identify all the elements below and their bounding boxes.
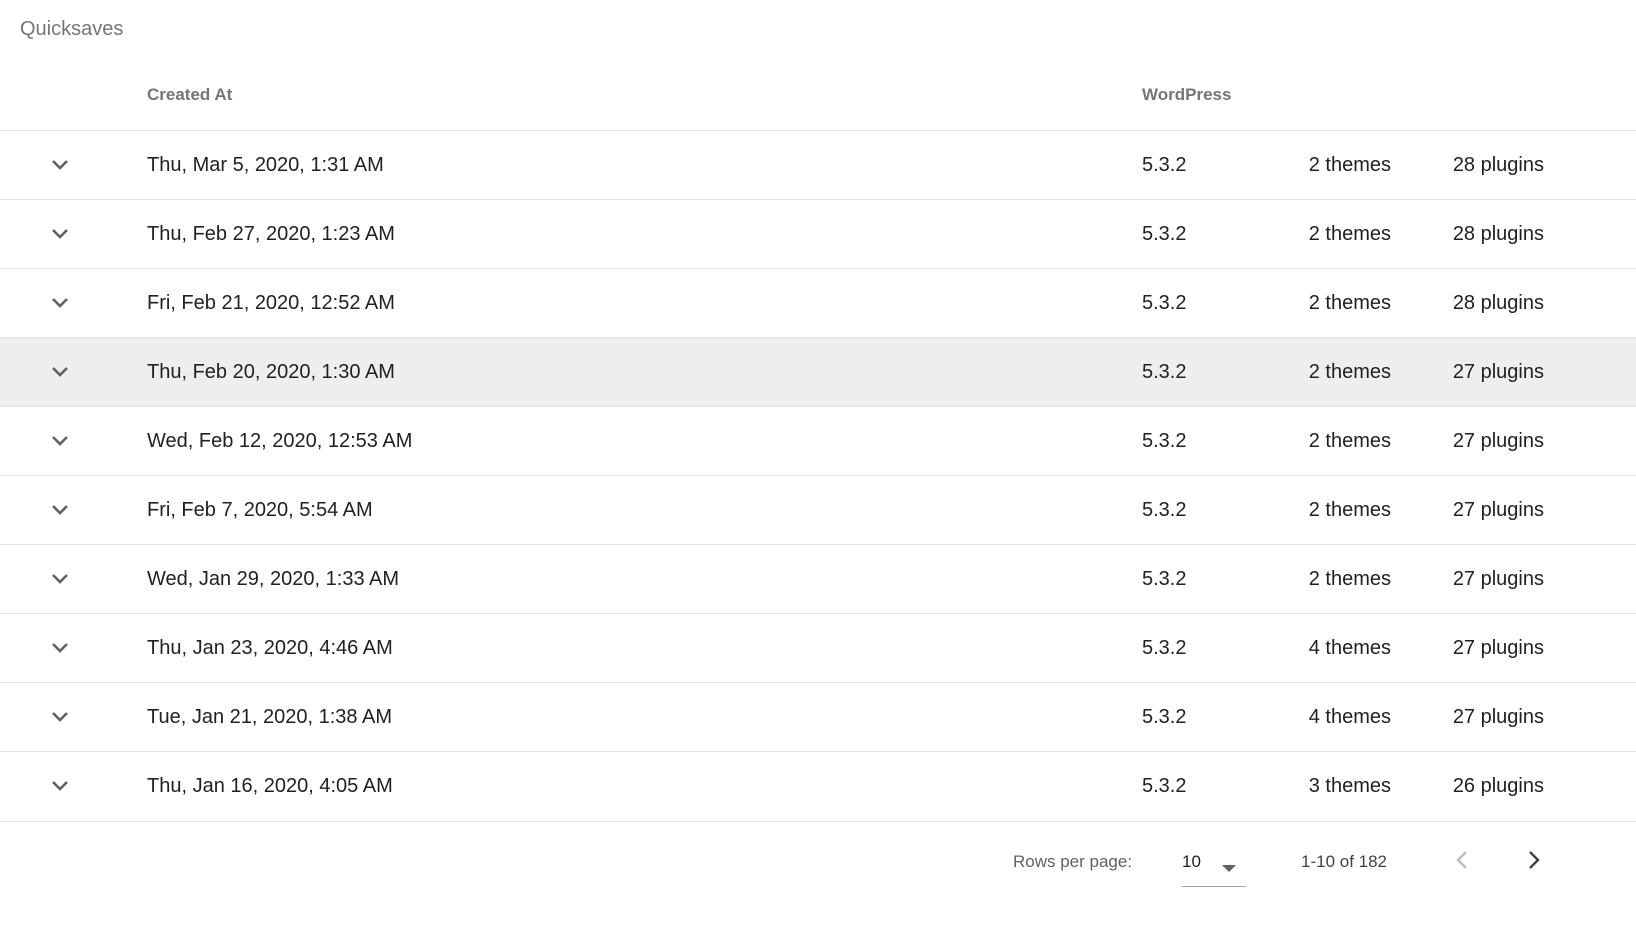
expand-row-button[interactable]: [40, 131, 80, 199]
plugins-count-cell: 27 plugins: [1452, 637, 1544, 659]
themes-count-cell: 2 themes: [1308, 154, 1391, 176]
chevron-down-icon: [51, 269, 69, 337]
created-at-cell: Fri, Feb 7, 2020, 5:54 AM: [147, 499, 373, 521]
expand-row-button[interactable]: [40, 269, 80, 337]
chevron-down-icon: [51, 752, 69, 820]
chevron-down-icon: [51, 476, 69, 544]
plugins-count-cell: 28 plugins: [1452, 292, 1544, 314]
themes-count-cell: 2 themes: [1308, 292, 1391, 314]
themes-count-cell: 2 themes: [1308, 568, 1391, 590]
created-at-cell: Thu, Jan 16, 2020, 4:05 AM: [147, 775, 393, 797]
chevron-down-icon: [51, 338, 69, 406]
wordpress-version-cell: 5.3.2: [1142, 637, 1187, 659]
expand-row-button[interactable]: [40, 545, 80, 613]
table-row[interactable]: Fri, Feb 21, 2020, 12:52 AM 5.3.2 2 themes…: [0, 269, 1636, 338]
rows-per-page-select[interactable]: 10: [1182, 848, 1246, 887]
themes-count-cell: 3 themes: [1308, 775, 1391, 797]
expand-row-button[interactable]: [40, 476, 80, 544]
plugins-count-cell: 27 plugins: [1452, 706, 1544, 728]
column-header-created-at[interactable]: Created At: [147, 60, 232, 130]
plugins-count-cell: 26 plugins: [1452, 775, 1544, 797]
created-at-cell: Wed, Feb 12, 2020, 12:53 AM: [147, 430, 413, 452]
expand-row-button[interactable]: [40, 200, 80, 268]
table-row[interactable]: Thu, Jan 23, 2020, 4:46 AM 5.3.2 4 themes 2…: [0, 614, 1636, 683]
expand-row-button[interactable]: [40, 338, 80, 406]
table-row[interactable]: Wed, Feb 12, 2020, 12:53 AM 5.3.2 2 themes…: [0, 407, 1636, 476]
expand-row-button[interactable]: [40, 614, 80, 682]
themes-count-cell: 4 themes: [1308, 706, 1391, 728]
wordpress-version-cell: 5.3.2: [1142, 499, 1187, 521]
plugins-count-cell: 27 plugins: [1452, 499, 1544, 521]
page-title: Quicksaves: [20, 18, 124, 40]
chevron-down-icon: [51, 131, 69, 199]
rows-per-page-value: 10: [1182, 852, 1201, 871]
chevron-down-icon: [51, 407, 69, 475]
table-row[interactable]: Tue, Jan 21, 2020, 1:38 AM 5.3.2 4 themes 2…: [0, 683, 1636, 752]
expand-row-button[interactable]: [40, 752, 80, 820]
wordpress-version-cell: 5.3.2: [1142, 292, 1187, 314]
table-row[interactable]: Thu, Mar 5, 2020, 1:31 AM 5.3.2 2 themes 28…: [0, 131, 1636, 200]
table-body: Thu, Mar 5, 2020, 1:31 AM 5.3.2 2 themes 28…: [0, 131, 1636, 822]
plugins-count-cell: 27 plugins: [1452, 430, 1544, 452]
arrow-drop-down-icon: [1222, 860, 1236, 878]
expand-row-button[interactable]: [40, 407, 80, 475]
table-row[interactable]: Thu, Jan 16, 2020, 4:05 AM 5.3.2 3 themes 2…: [0, 752, 1636, 822]
chevron-right-icon: [1527, 850, 1541, 875]
wordpress-version-cell: 5.3.2: [1142, 430, 1187, 452]
table-header: Created At WordPress: [0, 60, 1636, 131]
created-at-cell: Thu, Feb 20, 2020, 1:30 AM: [147, 361, 395, 383]
plugins-count-cell: 27 plugins: [1452, 361, 1544, 383]
table-row[interactable]: Thu, Feb 20, 2020, 1:30 AM 5.3.2 2 themes 2…: [0, 338, 1636, 407]
chevron-down-icon: [51, 683, 69, 751]
chevron-down-icon: [51, 614, 69, 682]
chevron-left-icon: [1455, 850, 1469, 875]
chevron-down-icon: [51, 200, 69, 268]
themes-count-cell: 2 themes: [1308, 223, 1391, 245]
wordpress-version-cell: 5.3.2: [1142, 361, 1187, 383]
wordpress-version-cell: 5.3.2: [1142, 775, 1187, 797]
table-row[interactable]: Wed, Jan 29, 2020, 1:33 AM 5.3.2 2 themes 2…: [0, 545, 1636, 614]
themes-count-cell: 2 themes: [1308, 361, 1391, 383]
table-row[interactable]: Thu, Feb 27, 2020, 1:23 AM 5.3.2 2 themes 2…: [0, 200, 1636, 269]
themes-count-cell: 2 themes: [1308, 430, 1391, 452]
page-info: 1-10 of 182: [1301, 852, 1388, 871]
created-at-cell: Thu, Jan 23, 2020, 4:46 AM: [147, 637, 393, 659]
plugins-count-cell: 27 plugins: [1452, 568, 1544, 590]
table-row[interactable]: Fri, Feb 7, 2020, 5:54 AM 5.3.2 2 themes 27…: [0, 476, 1636, 545]
quicksaves-table: Created At WordPress Thu, Mar 5, 2020, 1…: [0, 60, 1636, 822]
table-pagination: Rows per page: 10 1-10 of 182: [0, 826, 1636, 906]
created-at-cell: Wed, Jan 29, 2020, 1:33 AM: [147, 568, 400, 590]
created-at-cell: Thu, Feb 27, 2020, 1:23 AM: [147, 223, 395, 245]
column-header-wordpress[interactable]: WordPress: [1142, 60, 1231, 130]
wordpress-version-cell: 5.3.2: [1142, 154, 1187, 176]
created-at-cell: Thu, Mar 5, 2020, 1:31 AM: [147, 154, 384, 176]
wordpress-version-cell: 5.3.2: [1142, 706, 1187, 728]
created-at-cell: Fri, Feb 21, 2020, 12:52 AM: [147, 292, 395, 314]
previous-page-button[interactable]: [1450, 850, 1474, 874]
themes-count-cell: 2 themes: [1308, 499, 1391, 521]
chevron-down-icon: [51, 545, 69, 613]
created-at-cell: Tue, Jan 21, 2020, 1:38 AM: [147, 706, 392, 728]
expand-row-button[interactable]: [40, 683, 80, 751]
plugins-count-cell: 28 plugins: [1452, 223, 1544, 245]
wordpress-version-cell: 5.3.2: [1142, 223, 1187, 245]
wordpress-version-cell: 5.3.2: [1142, 568, 1187, 590]
next-page-button[interactable]: [1522, 850, 1546, 874]
rows-per-page-label: Rows per page:: [1013, 852, 1133, 871]
plugins-count-cell: 28 plugins: [1452, 154, 1544, 176]
themes-count-cell: 4 themes: [1308, 637, 1391, 659]
